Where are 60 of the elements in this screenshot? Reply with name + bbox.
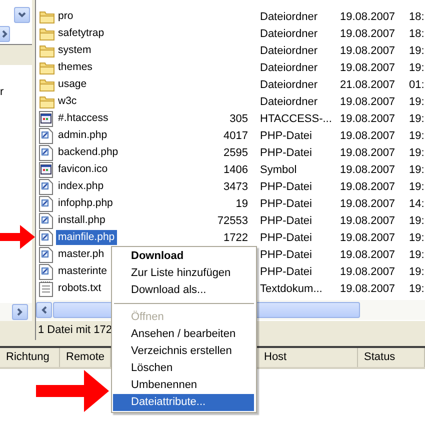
file-type: PHP-Datei [259,248,313,260]
file-time: 19: [409,180,425,192]
file-size: 3473 [222,180,248,192]
file-date: 19.08.2007 [340,62,396,74]
file-date: 19.08.2007 [340,28,396,40]
file-date: 19.08.2007 [340,282,396,294]
file-type: Dateiordner [259,44,318,56]
file-date: 19.08.2007 [340,10,396,22]
file-type: PHP-Datei [259,198,313,210]
file-time: 01: [409,78,425,90]
file-time: 19: [409,146,425,158]
file-time: 19: [409,96,425,108]
file-type: PHP-Datei [259,266,313,278]
file-type: HTACCESS-... [259,112,333,124]
file-date: 19.08.2007 [340,198,396,210]
file-type: PHP-Datei [259,180,313,192]
file-type: PHP-Datei [259,232,313,244]
file-date: 19.08.2007 [340,180,396,192]
file-date: 19.08.2007 [340,248,396,260]
file-type: Dateiordner [259,28,318,40]
file-time: 19: [409,112,425,124]
file-date: 19.08.2007 [340,44,396,56]
file-time: 19: [409,282,425,294]
file-type: Symbol [259,164,298,176]
file-time: 18: [409,10,425,22]
file-time: 19: [409,44,425,56]
file-type: PHP-Datei [259,146,313,158]
file-size: 2595 [222,146,248,158]
file-date: 21.08.2007 [340,78,396,90]
file-date: 19.08.2007 [340,266,396,278]
file-size: 1406 [222,164,248,176]
file-type: Dateiordner [259,96,318,108]
file-time: 18: [409,28,425,40]
file-size: 4017 [222,130,248,142]
file-time: 19: [409,164,425,176]
file-time: 19: [409,214,425,226]
file-date: 19.08.2007 [340,112,396,124]
file-type: PHP-Datei [259,130,313,142]
file-time: 19: [409,248,425,260]
file-type: Dateiordner [259,78,318,90]
file-type: Dateiordner [259,62,318,74]
file-time: 19: [409,266,425,278]
file-time: 19: [409,130,425,142]
file-date: 19.08.2007 [340,146,396,158]
file-size: 72553 [216,214,248,226]
file-date: 19.08.2007 [340,130,396,142]
file-size: 1722 [222,232,248,244]
file-date: 19.08.2007 [340,232,396,244]
pane-text: r [0,86,4,98]
file-type: Textdokum... [259,282,324,294]
file-date: 19.08.2007 [340,214,396,226]
file-date: 19.08.2007 [340,164,396,176]
file-time: 19: [409,62,425,74]
file-date: 19.08.2007 [340,96,396,108]
file-type: PHP-Datei [259,214,313,226]
file-size: 305 [228,112,248,124]
file-size: 19 [234,198,248,210]
file-type: Dateiordner [259,10,318,22]
file-time: 14: [409,198,425,210]
file-time: 19: [409,232,425,244]
